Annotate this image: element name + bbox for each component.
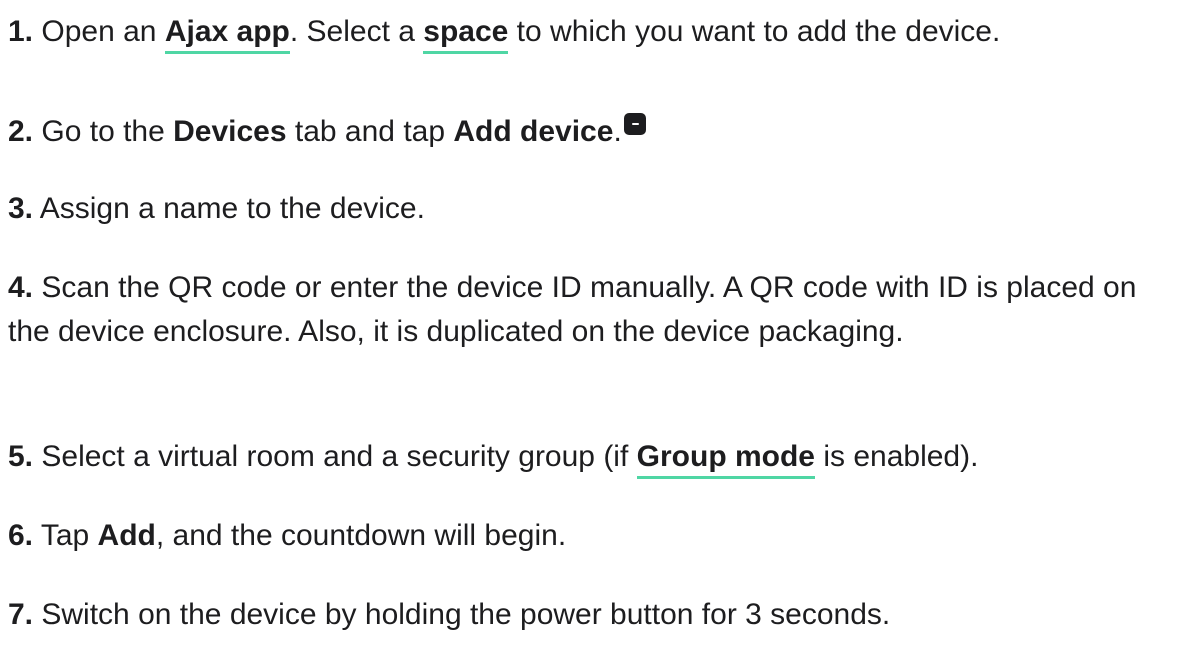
step-text: Select a virtual room and a security gro… [41, 440, 637, 473]
step-text: Go to the [41, 115, 174, 148]
group-mode-link[interactable]: Group mode [636, 440, 815, 479]
step-7: 7. Switch on the device by holding the p… [8, 593, 1173, 637]
step-number: 4. [8, 271, 34, 304]
step-1: 1. Open an Ajax app. Select a space to w… [8, 10, 1173, 54]
step-text: . Select a [289, 15, 424, 48]
step-text: Scan the QR code or enter the device ID … [8, 271, 1137, 348]
plus-icon [623, 113, 646, 135]
step-number: 6. [8, 519, 34, 552]
step-text: Tap [40, 519, 98, 552]
step-text: is enabled). [815, 440, 979, 473]
step-text: to which you want to add the device. [508, 15, 1001, 48]
step-text: Assign a name to the device. [39, 192, 425, 225]
step-number: 7. [8, 598, 34, 631]
add-device-label: Add device [453, 115, 614, 148]
step-number: 5. [8, 440, 34, 473]
step-text: tab and tap [286, 115, 454, 148]
ajax-app-link[interactable]: Ajax app [164, 15, 290, 54]
devices-tab-label: Devices [173, 115, 287, 148]
step-4: 4. Scan the QR code or enter the device … [8, 266, 1168, 354]
step-6: 6. Tap Add, and the countdown will begin… [8, 514, 1173, 558]
step-number: 1. [8, 15, 34, 48]
instruction-steps: 1. Open an Ajax app. Select a space to w… [0, 0, 1179, 669]
step-text: Open an [41, 15, 165, 48]
step-text: Switch on the device by holding the powe… [41, 598, 891, 631]
step-text: . [613, 115, 622, 148]
space-link[interactable]: space [423, 15, 509, 54]
step-5: 5. Select a virtual room and a security … [8, 435, 1173, 479]
step-text: , and the countdown will begin. [155, 519, 567, 552]
step-number: 2. [8, 115, 34, 148]
add-label: Add [97, 519, 156, 552]
step-2: 2. Go to the Devices tab and tap Add dev… [8, 110, 1173, 154]
step-number: 3. [8, 192, 34, 225]
step-3: 3. Assign a name to the device. [8, 187, 1173, 231]
